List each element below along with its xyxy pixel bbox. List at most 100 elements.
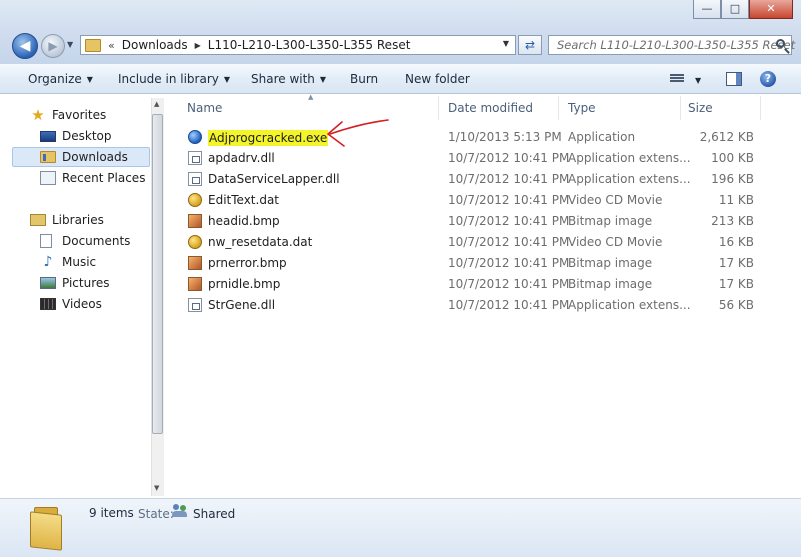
file-size: 11 KB [718,193,754,207]
nav-label: Favorites [52,108,107,122]
new-folder-button[interactable]: New folder [405,72,470,86]
details-pane: 9 items State: Shared [0,498,801,557]
nav-label: Libraries [52,213,104,227]
nav-scrollbar-thumb[interactable] [152,114,163,434]
file-row[interactable]: prnidle.bmp 10/7/2012 10:41 PM Bitmap im… [170,274,760,295]
file-name: StrGene.dll [208,298,276,312]
file-list: Name ▲ Date modified Type Size Adjprogcr… [170,93,801,498]
include-in-library-label: Include in library [118,72,219,86]
column-divider[interactable] [760,96,761,120]
search-icon[interactable] [776,39,785,48]
nav-item-desktop[interactable]: Desktop [40,127,112,145]
file-date: 10/7/2012 10:41 PM [448,256,570,270]
search-box[interactable]: Search L110-L210-L300-L350-L355 Reset [548,35,795,55]
column-divider[interactable] [438,96,439,120]
nav-label: Pictures [62,276,110,290]
overflow-chevron-icon[interactable]: « [108,39,115,52]
nav-item-documents[interactable]: Documents [40,232,130,250]
maximize-button[interactable]: □ [721,0,749,19]
music-note-icon: ♪ [43,254,53,270]
file-date: 1/10/2013 5:13 PM [448,130,562,144]
refresh-button[interactable]: ⇄ [518,35,542,55]
close-button[interactable]: ✕ [749,0,793,19]
column-header-name[interactable]: Name [187,101,222,115]
nav-item-videos[interactable]: Videos [40,295,102,313]
film-strip-icon [40,298,56,310]
pictures-icon [40,277,56,289]
file-row[interactable]: EditText.dat 10/7/2012 10:41 PM Video CD… [170,190,760,211]
chevron-down-icon: ▼ [319,75,327,84]
file-type: Bitmap image [568,256,653,270]
breadcrumb-downloads[interactable]: Downloads [122,38,188,52]
recent-pages-dropdown[interactable]: ▼ [67,40,73,49]
file-name: EditText.dat [208,193,279,207]
scroll-down-arrow-icon[interactable]: ▼ [154,484,159,492]
forward-button[interactable]: ▶ [41,34,65,58]
nav-label: Videos [62,297,102,311]
burn-button[interactable]: Burn [350,72,378,86]
column-header-type[interactable]: Type [568,101,596,115]
back-button[interactable]: ◀ [12,33,38,59]
search-input[interactable]: Search L110-L210-L300-L350-L355 Reset [557,38,795,52]
nav-item-pictures[interactable]: Pictures [40,274,110,292]
preview-pane-icon[interactable] [726,72,742,86]
bitmap-icon [188,214,202,231]
column-divider[interactable] [680,96,681,120]
exe-icon [188,130,202,147]
column-header-size[interactable]: Size [688,101,713,115]
nav-label: Recent Places [62,171,146,185]
file-size: 196 KB [711,172,754,186]
minimize-button[interactable]: — [693,0,721,19]
documents-icon [40,234,52,248]
nav-item-favorites[interactable]: ★ Favorites [30,106,106,124]
nav-label: Documents [62,234,131,248]
file-size: 56 KB [718,298,754,312]
organize-button[interactable]: Organize ▼ [28,72,93,86]
include-in-library-button[interactable]: Include in library ▼ [118,72,230,86]
file-name: nw_resetdata.dat [208,235,313,249]
share-with-button[interactable]: Share with ▼ [251,72,326,86]
bitmap-icon [188,256,202,273]
address-bar[interactable]: « Downloads ▶ L110-L210-L300-L350-L355 R… [80,35,516,55]
file-name: prnidle.bmp [208,277,281,291]
file-size: 213 KB [711,214,754,228]
nav-item-music[interactable]: ♪ Music [40,253,97,271]
libraries-icon [30,214,46,226]
file-row[interactable]: DataServiceLapper.dll 10/7/2012 10:41 PM… [170,169,760,190]
file-size: 17 KB [718,256,754,270]
navigation-pane: ★ Favorites Desktop Downloads Recent Plac… [0,94,166,498]
bitmap-icon [188,277,202,294]
breadcrumb-current-folder[interactable]: L110-L210-L300-L350-L355 Reset [208,38,411,52]
address-dropdown-icon[interactable]: ▼ [503,39,509,48]
file-type: Application extens... [568,172,691,186]
column-header-date-modified[interactable]: Date modified [448,101,533,115]
dll-icon [188,151,202,168]
help-icon[interactable]: ? [760,71,776,87]
organize-label: Organize [28,72,82,86]
nav-item-downloads[interactable]: Downloads [40,148,128,166]
file-row[interactable]: StrGene.dll 10/7/2012 10:41 PM Applicati… [170,295,760,316]
file-date: 10/7/2012 10:41 PM [448,214,570,228]
breadcrumb-separator-icon[interactable]: ▶ [195,41,201,50]
nav-item-libraries[interactable]: Libraries [30,211,104,229]
file-type: Application extens... [568,151,691,165]
file-type: Video CD Movie [568,235,663,249]
file-date: 10/7/2012 10:41 PM [448,151,570,165]
sort-indicator-icon: ▲ [308,93,314,101]
title-bar: — □ ✕ ◀ ▶ ▼ « Downloads ▶ L110-L210-L300… [0,0,801,64]
nav-item-recent-places[interactable]: Recent Places [40,169,145,187]
column-divider[interactable] [558,96,559,120]
chevron-down-icon: ▼ [223,75,231,84]
scroll-up-arrow-icon[interactable]: ▲ [154,100,159,108]
state-value: Shared [193,507,236,521]
file-row[interactable]: nw_resetdata.dat 10/7/2012 10:41 PM Vide… [170,232,760,253]
file-row[interactable]: Adjprogcracked.exe 1/10/2013 5:13 PM App… [170,127,760,148]
file-row[interactable]: apdadrv.dll 10/7/2012 10:41 PM Applicati… [170,148,760,169]
change-view-icon[interactable] [670,74,684,85]
file-size: 100 KB [711,151,754,165]
file-row[interactable]: prnerror.bmp 10/7/2012 10:41 PM Bitmap i… [170,253,760,274]
annotation-arrow-icon [327,119,389,147]
desktop-icon [40,130,56,142]
file-row[interactable]: headid.bmp 10/7/2012 10:41 PM Bitmap ima… [170,211,760,232]
view-options-dropdown[interactable]: ▼ [695,76,701,85]
